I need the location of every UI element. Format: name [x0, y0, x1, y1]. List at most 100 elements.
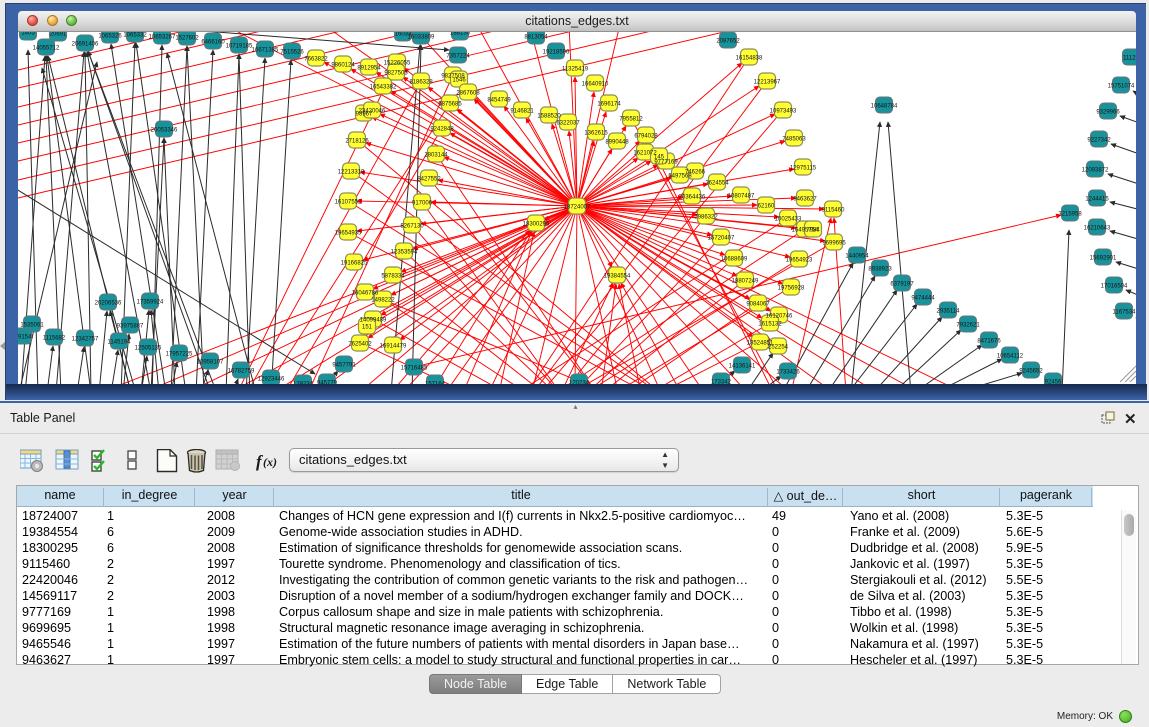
svg-text:1362615: 1362615 [584, 131, 608, 137]
svg-text:9860124: 9860124 [331, 63, 355, 69]
svg-text:14055712: 14055712 [33, 46, 60, 52]
svg-text:7986322: 7986322 [694, 215, 718, 221]
svg-text:18300295: 18300295 [523, 222, 550, 228]
svg-text:10688609: 10688609 [721, 257, 748, 263]
svg-text:19218596: 19218596 [543, 50, 570, 56]
svg-text:12975115: 12975115 [790, 166, 817, 172]
svg-text:17359924: 17359924 [137, 300, 164, 306]
svg-text:10973493: 10973493 [770, 109, 797, 115]
svg-text:188130: 188130 [450, 32, 471, 37]
svg-text:19654935: 19654935 [335, 231, 362, 237]
svg-text:12213967: 12213967 [754, 80, 781, 86]
svg-text:9084067: 9084067 [746, 302, 770, 308]
svg-text:8471676: 8471676 [977, 339, 1001, 345]
svg-text:7485063: 7485063 [782, 137, 806, 143]
svg-text:9827505: 9827505 [384, 71, 408, 77]
svg-text:1405: 1405 [21, 32, 35, 37]
svg-text:2867608: 2867608 [456, 91, 480, 97]
svg-text:6466160: 6466160 [201, 40, 225, 46]
svg-text:3215958: 3215958 [1058, 212, 1082, 218]
svg-text:93975887: 93975887 [117, 324, 144, 330]
svg-text:9146821: 9146821 [510, 109, 534, 115]
svg-text:2087652: 2087652 [716, 39, 740, 45]
svg-text:3624554: 3624554 [705, 181, 729, 187]
svg-text:6794028: 6794028 [634, 134, 658, 140]
svg-text:8427552: 8427552 [417, 177, 441, 183]
svg-text:6497568: 6497568 [668, 174, 692, 180]
svg-text:12923446: 12923446 [258, 377, 285, 383]
svg-text:19166825: 19166825 [341, 261, 368, 267]
svg-text:15692901: 15692901 [1090, 256, 1117, 262]
svg-text:18724007: 18724007 [564, 205, 591, 211]
svg-text:1535061: 1535061 [20, 323, 44, 329]
svg-text:7955812: 7955812 [619, 117, 643, 123]
svg-text:39154: 39154 [18, 335, 32, 341]
svg-text:8990448: 8990448 [605, 140, 629, 146]
svg-text:16210643: 16210643 [1084, 226, 1111, 232]
svg-text:20206536: 20206536 [95, 301, 122, 307]
svg-text:1615132: 1615132 [758, 322, 782, 328]
svg-text:7357224: 7357224 [446, 54, 470, 60]
svg-text:8813054: 8813054 [524, 35, 548, 41]
svg-text:11123: 11123 [1123, 56, 1136, 62]
svg-text:1527602: 1527602 [175, 36, 199, 42]
svg-text:18807249: 18807249 [732, 279, 759, 285]
svg-text:252254: 252254 [768, 345, 789, 351]
svg-text:19756928: 19756928 [778, 286, 805, 292]
svg-text:(x): (x) [263, 455, 277, 469]
svg-text:15751074: 15751074 [1108, 84, 1135, 90]
svg-text:129234: 129234 [293, 382, 314, 385]
svg-text:5875685: 5875685 [438, 102, 462, 108]
svg-text:7515526: 7515526 [280, 50, 304, 56]
svg-text:2803144: 2803144 [424, 153, 448, 159]
svg-text:16046786: 16046786 [352, 291, 379, 297]
svg-text:9699695: 9699695 [822, 241, 846, 247]
svg-text:20691406: 20691406 [72, 42, 99, 48]
svg-text:23420046: 23420046 [359, 109, 386, 115]
svg-text:20053346: 20053346 [151, 128, 178, 134]
svg-text:16154838: 16154838 [736, 56, 763, 62]
svg-text:9457791: 9457791 [332, 363, 356, 369]
svg-text:17957225: 17957225 [166, 352, 193, 358]
svg-text:1167534: 1167534 [1113, 310, 1136, 316]
svg-text:151: 151 [362, 325, 373, 331]
svg-text:173342: 173342 [711, 380, 732, 385]
svg-text:1733426: 1733426 [776, 370, 800, 376]
svg-text:1145194: 1145194 [108, 340, 132, 346]
svg-text:15720407: 15720407 [708, 236, 735, 242]
svg-text:5878334: 5878334 [381, 274, 405, 280]
svg-text:2935114: 2935114 [937, 309, 961, 315]
svg-text:10648784: 10648784 [871, 104, 898, 110]
svg-text:8267130: 8267130 [400, 224, 424, 230]
svg-text:1244415: 1244415 [1085, 197, 1109, 203]
svg-text:8454749: 8454749 [487, 98, 511, 104]
svg-text:19384554: 19384554 [604, 274, 631, 280]
svg-text:12505135: 12505135 [135, 346, 162, 352]
svg-text:2718126: 2718126 [345, 139, 369, 145]
svg-text:19654923: 19654923 [786, 258, 813, 264]
svg-text:8186328: 8186328 [409, 80, 433, 86]
svg-text:1115682: 1115682 [43, 336, 66, 342]
svg-text:12093872: 12093872 [1082, 168, 1109, 174]
svg-text:12342757: 12342757 [72, 337, 99, 343]
svg-text:16782759: 16782759 [228, 369, 255, 375]
svg-text:9329966: 9329966 [1096, 110, 1120, 116]
svg-text:145: 145 [654, 155, 665, 161]
svg-text:6322037: 6322037 [556, 121, 580, 127]
svg-text:11325419: 11325419 [562, 67, 589, 73]
svg-text:17016504: 17016504 [1101, 284, 1128, 290]
svg-text:917006: 917006 [412, 201, 433, 207]
svg-text:7984: 7984 [806, 228, 820, 234]
svg-text:15226055: 15226055 [384, 61, 411, 67]
svg-text:1546: 1546 [452, 78, 466, 84]
svg-text:16914479: 16914479 [380, 344, 407, 350]
svg-text:8912954: 8912954 [357, 66, 381, 72]
svg-text:10719185: 10719185 [226, 44, 253, 50]
svg-text:16033809: 16033809 [408, 35, 435, 41]
svg-text:16107552: 16107552 [335, 200, 362, 206]
svg-text:120234: 120234 [569, 381, 590, 385]
svg-text:62160: 62160 [758, 204, 775, 210]
svg-text:9115460: 9115460 [822, 208, 846, 214]
svg-text:7663822: 7663822 [304, 57, 328, 63]
svg-text:10653267: 10653267 [149, 35, 176, 41]
